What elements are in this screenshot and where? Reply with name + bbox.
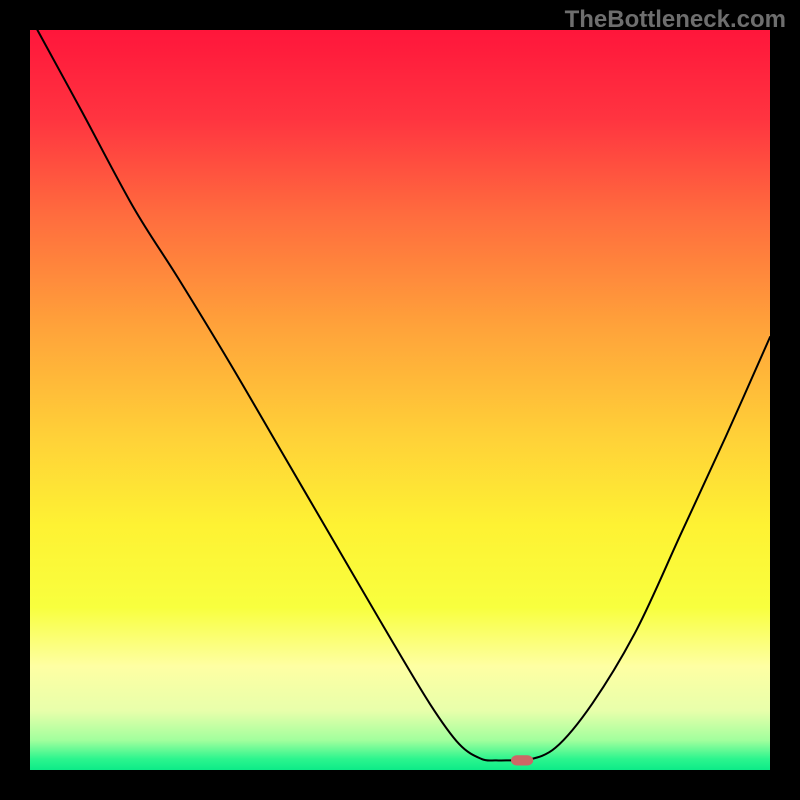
- watermark-text: TheBottleneck.com: [565, 6, 786, 34]
- bottleneck-chart: TheBottleneck.com: [0, 0, 800, 800]
- chart-background: [30, 30, 770, 770]
- chart-svg: [0, 0, 800, 800]
- optimum-marker: [511, 755, 533, 765]
